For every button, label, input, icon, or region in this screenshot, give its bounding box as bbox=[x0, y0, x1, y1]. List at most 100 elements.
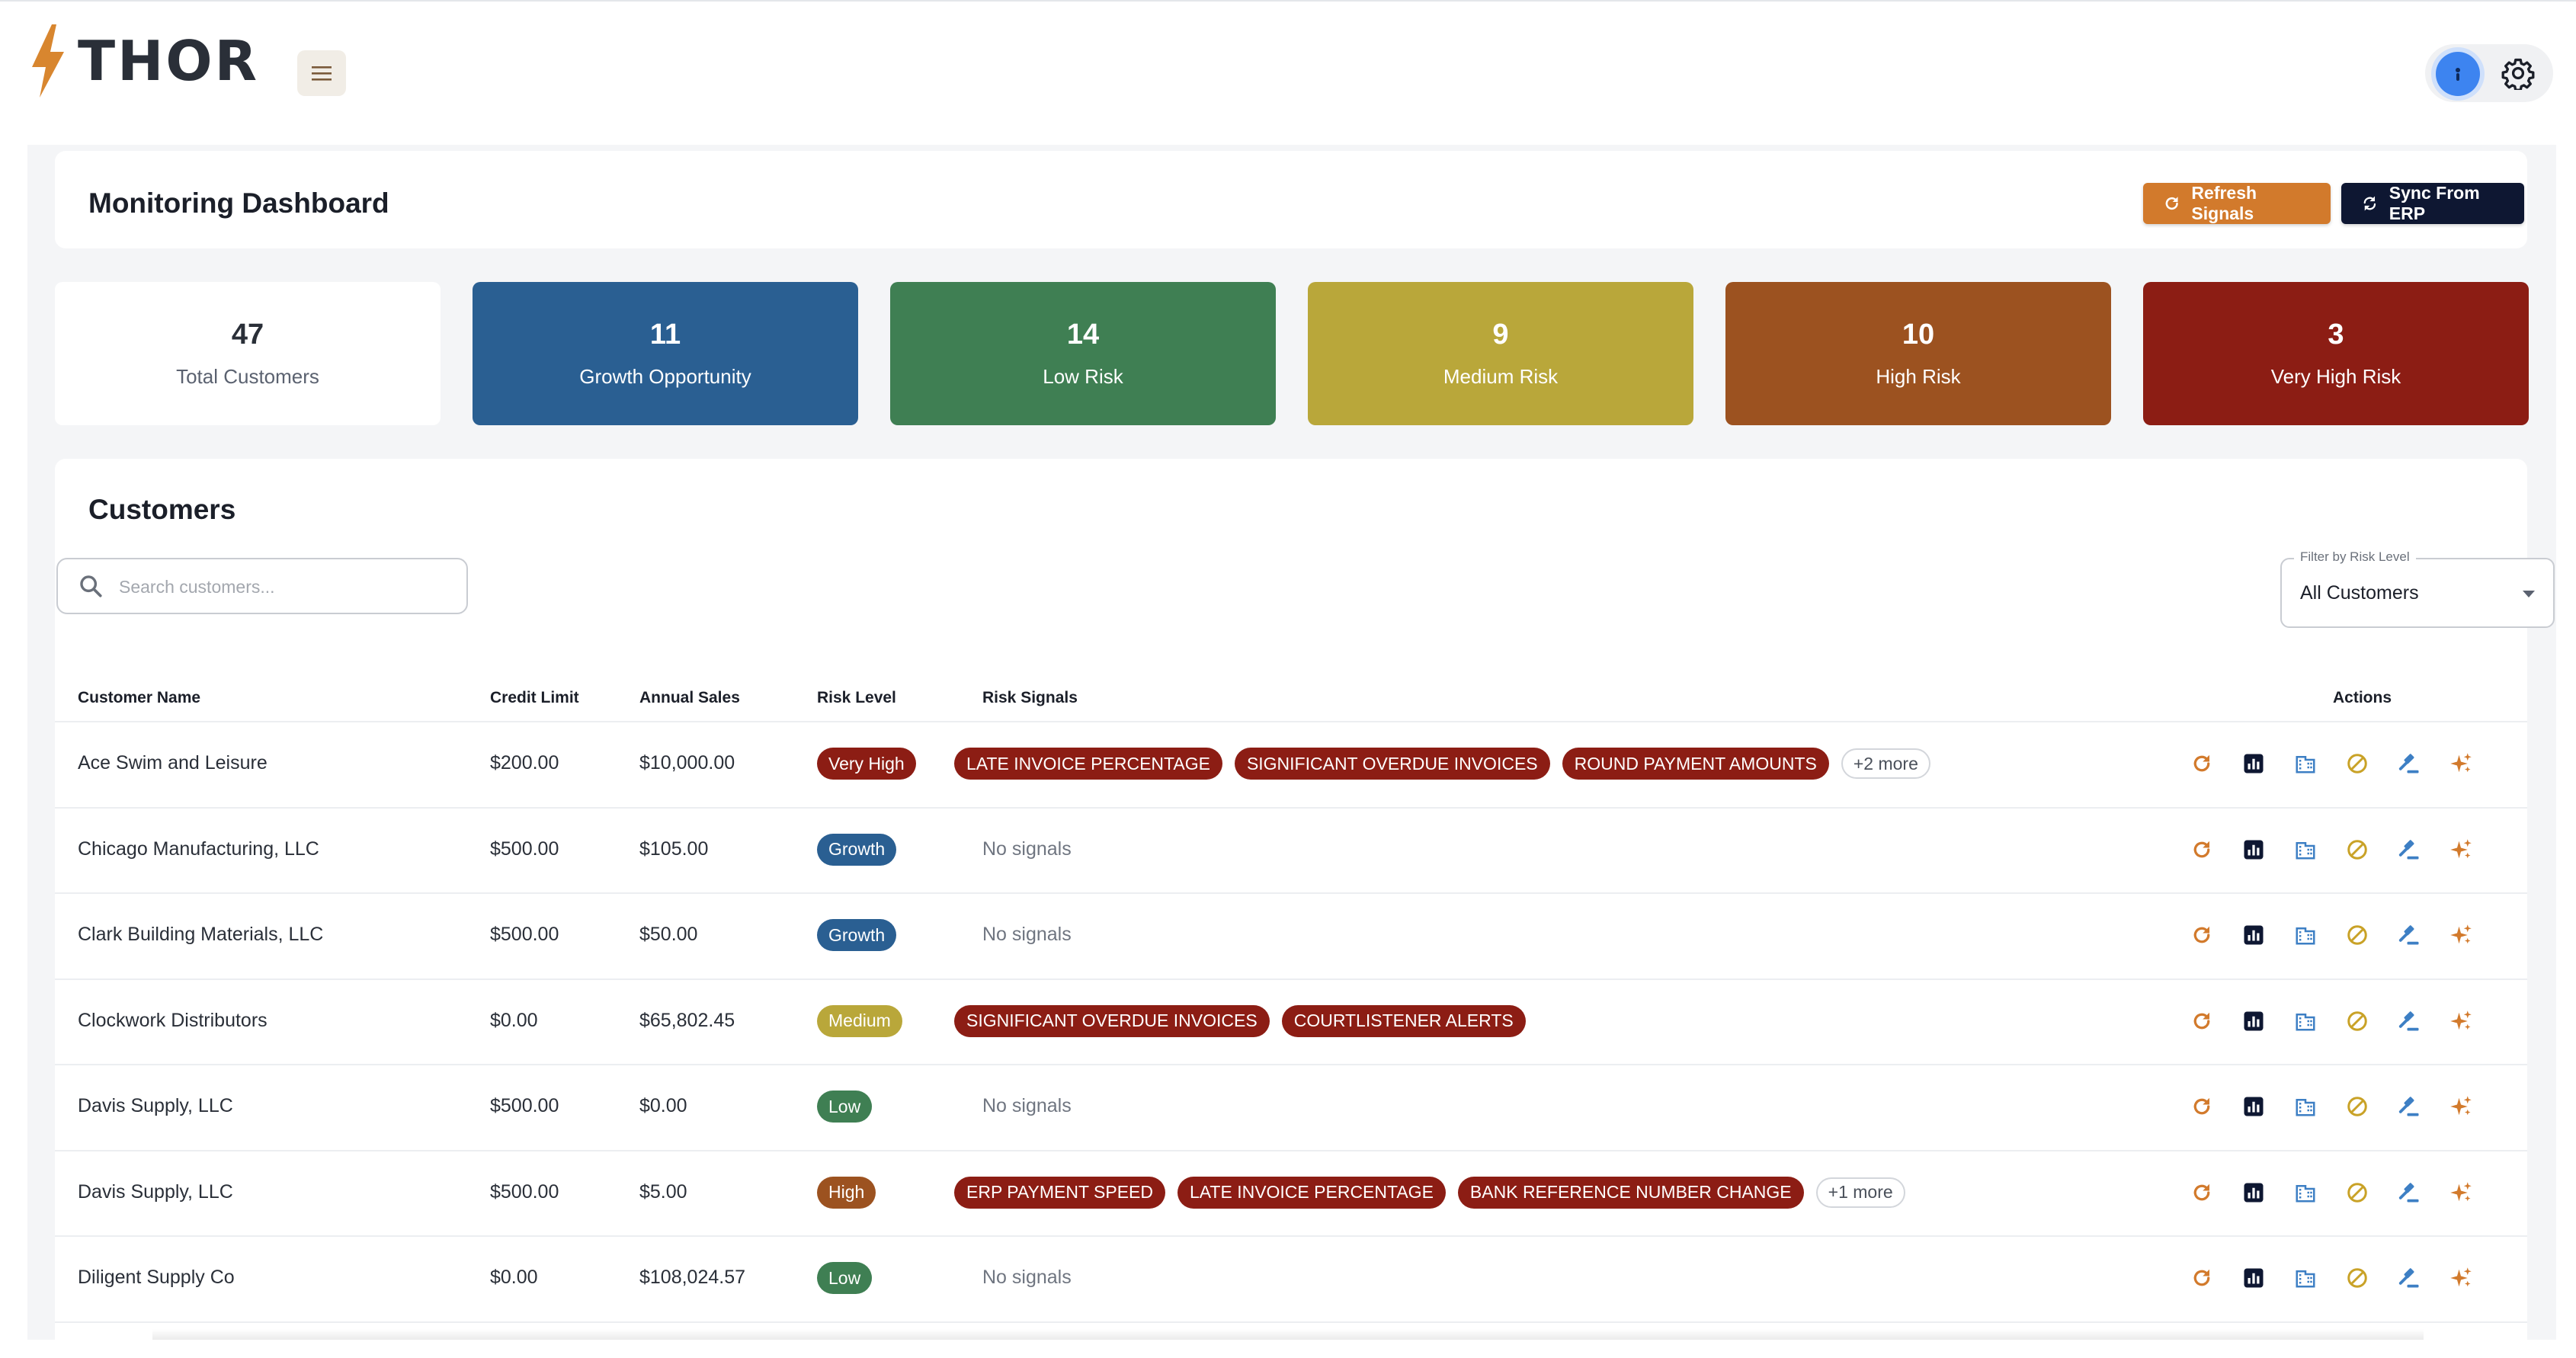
customer-name[interactable]: Clockwork Distributors bbox=[78, 1010, 268, 1032]
refresh-icon[interactable] bbox=[2189, 922, 2215, 948]
gavel-icon[interactable] bbox=[2396, 922, 2422, 948]
analytics-icon[interactable] bbox=[2241, 751, 2267, 777]
risk-signal-chip: LATE INVOICE PERCENTAGE bbox=[954, 748, 1222, 780]
stat-growth-opportunity[interactable]: 11 Growth Opportunity bbox=[473, 282, 858, 425]
credit-limit: $500.00 bbox=[490, 1095, 559, 1117]
refresh-icon[interactable] bbox=[2189, 1180, 2215, 1206]
refresh-icon[interactable] bbox=[2189, 751, 2215, 777]
row-actions bbox=[2189, 922, 2474, 948]
stat-label: Growth Opportunity bbox=[579, 365, 751, 388]
search-input[interactable] bbox=[119, 570, 454, 604]
dashboard-header: Monitoring Dashboard Refresh Signals Syn… bbox=[55, 151, 2527, 248]
top-bar: THOR bbox=[0, 0, 2576, 145]
block-icon[interactable] bbox=[2344, 751, 2370, 777]
building-icon[interactable] bbox=[2292, 1180, 2318, 1206]
building-icon[interactable] bbox=[2292, 1094, 2318, 1119]
refresh-icon[interactable] bbox=[2189, 1094, 2215, 1119]
col-annual-sales[interactable]: Annual Sales bbox=[639, 689, 740, 707]
stat-medium-risk[interactable]: 9 Medium Risk bbox=[1308, 282, 1693, 425]
gavel-icon[interactable] bbox=[2396, 751, 2422, 777]
customer-name[interactable]: Davis Supply, LLC bbox=[78, 1095, 233, 1117]
building-icon[interactable] bbox=[2292, 837, 2318, 863]
row-actions bbox=[2189, 1180, 2474, 1206]
sync-from-erp-button[interactable]: Sync From ERP bbox=[2341, 183, 2524, 224]
annual-sales: $10,000.00 bbox=[639, 752, 735, 774]
customer-name[interactable]: Davis Supply, LLC bbox=[78, 1181, 233, 1203]
row-divider bbox=[55, 1064, 2527, 1065]
building-icon[interactable] bbox=[2292, 1008, 2318, 1034]
menu-button[interactable] bbox=[297, 50, 346, 96]
block-icon[interactable] bbox=[2344, 837, 2370, 863]
building-icon[interactable] bbox=[2292, 1265, 2318, 1291]
analytics-icon[interactable] bbox=[2241, 1008, 2267, 1034]
sparkle-icon[interactable] bbox=[2448, 922, 2474, 948]
gavel-icon[interactable] bbox=[2396, 837, 2422, 863]
gear-icon[interactable] bbox=[2501, 56, 2535, 90]
sparkle-icon[interactable] bbox=[2448, 1094, 2474, 1119]
building-icon[interactable] bbox=[2292, 751, 2318, 777]
refresh-icon[interactable] bbox=[2189, 837, 2215, 863]
col-customer-name[interactable]: Customer Name bbox=[78, 689, 200, 707]
customer-name[interactable]: Ace Swim and Leisure bbox=[78, 752, 268, 774]
risk-level-badge: Very High bbox=[817, 748, 916, 780]
user-controls bbox=[2425, 44, 2553, 102]
stat-value: 3 bbox=[2328, 319, 2344, 351]
annual-sales: $105.00 bbox=[639, 838, 709, 860]
block-icon[interactable] bbox=[2344, 1008, 2370, 1034]
sparkle-icon[interactable] bbox=[2448, 837, 2474, 863]
analytics-icon[interactable] bbox=[2241, 1265, 2267, 1291]
col-risk-signals[interactable]: Risk Signals bbox=[982, 689, 1078, 707]
sparkle-icon[interactable] bbox=[2448, 751, 2474, 777]
gavel-icon[interactable] bbox=[2396, 1008, 2422, 1034]
risk-level-badge: Growth bbox=[817, 919, 897, 952]
customer-name[interactable]: Clark Building Materials, LLC bbox=[78, 924, 323, 946]
col-credit-limit[interactable]: Credit Limit bbox=[490, 689, 579, 707]
gavel-icon[interactable] bbox=[2396, 1265, 2422, 1291]
block-icon[interactable] bbox=[2344, 922, 2370, 948]
sparkle-icon[interactable] bbox=[2448, 1180, 2474, 1206]
sparkle-icon[interactable] bbox=[2448, 1265, 2474, 1291]
block-icon[interactable] bbox=[2344, 1180, 2370, 1206]
block-icon[interactable] bbox=[2344, 1265, 2370, 1291]
customer-name[interactable]: Chicago Manufacturing, LLC bbox=[78, 838, 319, 860]
avatar[interactable] bbox=[2436, 52, 2480, 96]
annual-sales: $108,024.57 bbox=[639, 1267, 746, 1289]
customer-name[interactable]: Diligent Supply Co bbox=[78, 1267, 235, 1289]
risk-level-badge: Low bbox=[817, 1262, 873, 1295]
sparkle-icon[interactable] bbox=[2448, 1008, 2474, 1034]
credit-limit: $500.00 bbox=[490, 1180, 559, 1203]
stat-low-risk[interactable]: 14 Low Risk bbox=[890, 282, 1276, 425]
risk-level-badge: Medium bbox=[817, 1004, 902, 1037]
gavel-icon[interactable] bbox=[2396, 1180, 2422, 1206]
filter-value: All Customers bbox=[2300, 582, 2419, 604]
customers-title: Customers bbox=[88, 494, 236, 525]
refresh-icon[interactable] bbox=[2189, 1265, 2215, 1291]
analytics-icon[interactable] bbox=[2241, 922, 2267, 948]
stat-value: 9 bbox=[1492, 319, 1509, 351]
credit-limit: $500.00 bbox=[490, 838, 559, 860]
logo-text: THOR bbox=[78, 29, 260, 93]
scroll-shadow bbox=[152, 1329, 2424, 1340]
block-icon[interactable] bbox=[2344, 1094, 2370, 1119]
risk-level-filter[interactable]: Filter by Risk Level All Customers bbox=[2280, 549, 2555, 628]
analytics-icon[interactable] bbox=[2241, 1094, 2267, 1119]
col-risk-level[interactable]: Risk Level bbox=[817, 689, 896, 707]
stat-high-risk[interactable]: 10 High Risk bbox=[1725, 282, 2111, 425]
analytics-icon[interactable] bbox=[2241, 1180, 2267, 1206]
risk-signal-chip: COURTLISTENER ALERTS bbox=[1281, 1004, 1526, 1037]
refresh-icon[interactable] bbox=[2189, 1008, 2215, 1034]
stat-label: Very High Risk bbox=[2270, 365, 2401, 388]
app-logo[interactable]: THOR bbox=[29, 24, 259, 98]
credit-limit: $0.00 bbox=[490, 1267, 538, 1289]
refresh-signals-button[interactable]: Refresh Signals bbox=[2143, 183, 2331, 224]
more-signals-chip[interactable]: +1 more bbox=[1815, 1177, 1905, 1208]
more-signals-chip[interactable]: +2 more bbox=[1841, 748, 1930, 780]
analytics-icon[interactable] bbox=[2241, 837, 2267, 863]
stat-total-customers[interactable]: 47 Total Customers bbox=[55, 282, 441, 425]
gavel-icon[interactable] bbox=[2396, 1094, 2422, 1119]
stat-very-high-risk[interactable]: 3 Very High Risk bbox=[2143, 282, 2529, 425]
page-title: Monitoring Dashboard bbox=[88, 187, 389, 219]
building-icon[interactable] bbox=[2292, 922, 2318, 948]
info-icon bbox=[2456, 68, 2460, 81]
row-divider bbox=[55, 1149, 2527, 1151]
